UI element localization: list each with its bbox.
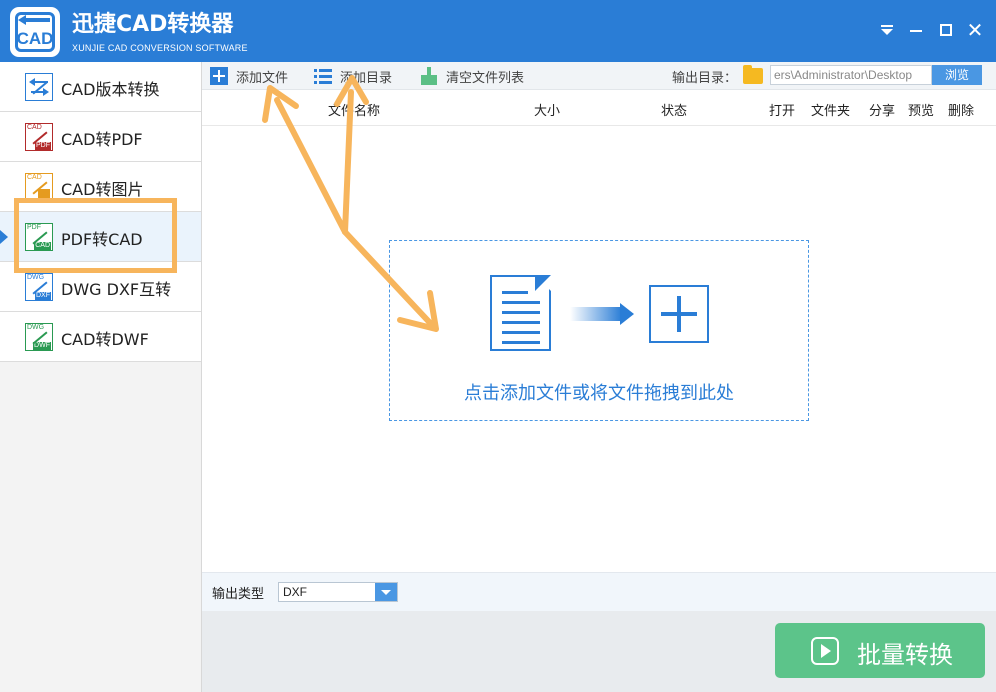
plus-icon [649,285,709,343]
file-table-header: 文件名称 大小 状态 打开 文件夹 分享 预览 删除 [202,91,996,126]
output-type-select[interactable]: DXF [278,582,398,602]
arrow-right-icon [570,307,622,321]
add-file-button[interactable]: 添加文件 [210,66,300,86]
app-logo: CAD [10,7,60,57]
sidebar: CAD版本转换 CAD PDF CAD转PDF CAD CAD转图片 PDF C… [0,62,202,692]
sidebar-item-cad-to-dwf[interactable]: DWG DWF CAD转DWF [0,312,201,362]
column-delete: 删除 [948,104,975,119]
sidebar-item-label: CAD转PDF [61,130,143,149]
cad-to-dwf-icon: DWG DWF [25,323,53,351]
logo-text: CAD [16,29,54,48]
drop-zone[interactable]: 点击添加文件或将文件拖拽到此处 [389,240,809,421]
close-icon[interactable]: ✕ [964,19,986,41]
folder-icon[interactable] [743,65,763,84]
output-type-label: 输出类型 [212,587,265,602]
add-file-icon [210,67,228,85]
chevron-down-icon[interactable] [375,583,397,601]
broom-icon [420,67,438,85]
column-share: 分享 [869,104,896,119]
cad-to-pdf-icon: CAD PDF [25,123,53,151]
app-title: 迅捷CAD转换器 [72,12,234,37]
sidebar-item-cad-version[interactable]: CAD版本转换 [0,62,201,112]
sidebar-item-label: CAD转DWF [61,330,149,349]
column-preview: 预览 [908,104,935,119]
play-icon [811,637,839,665]
cad-version-icon [25,73,53,101]
document-icon [490,275,551,351]
minimize-icon[interactable] [905,19,927,41]
bottom-bar: 批量转换 [202,611,996,692]
maximize-icon[interactable] [935,19,957,41]
menu-icon[interactable] [876,19,898,41]
app-subtitle: XUNJIE CAD CONVERSION SOFTWARE [72,43,248,53]
column-folder: 文件夹 [811,104,851,119]
sidebar-item-label: CAD版本转换 [61,80,160,99]
toolbar: 添加文件 添加目录 清空文件列表 输出目录： ers\Administrator… [202,62,996,90]
list-icon [314,67,332,85]
title-bar: CAD 迅捷CAD转换器 XUNJIE CAD CONVERSION SOFTW… [0,0,996,62]
output-dir-field[interactable]: ers\Administrator\Desktop [770,65,932,85]
browse-button[interactable]: 浏览 [932,65,982,85]
dwg-dxf-icon: DWG DXF [25,273,53,301]
column-open: 打开 [769,104,796,119]
add-folder-button[interactable]: 添加目录 [314,66,404,86]
column-filename: 文件名称 [328,104,381,119]
column-size: 大小 [534,104,561,119]
sidebar-item-label: DWG DXF互转 [61,280,172,299]
active-indicator [0,230,8,244]
sidebar-item-cad-to-pdf[interactable]: CAD PDF CAD转PDF [0,112,201,162]
column-status: 状态 [661,104,688,119]
clear-list-button[interactable]: 清空文件列表 [420,66,530,86]
output-type-bar: 输出类型 DXF [202,572,996,611]
batch-convert-button[interactable]: 批量转换 [775,623,985,678]
sidebar-item-label: CAD转图片 [61,180,144,199]
output-dir-label: 输出目录： [672,71,738,86]
highlight-box [14,198,177,273]
drop-zone-hint: 点击添加文件或将文件拖拽到此处 [464,383,734,404]
cad-to-image-icon: CAD [25,173,53,201]
